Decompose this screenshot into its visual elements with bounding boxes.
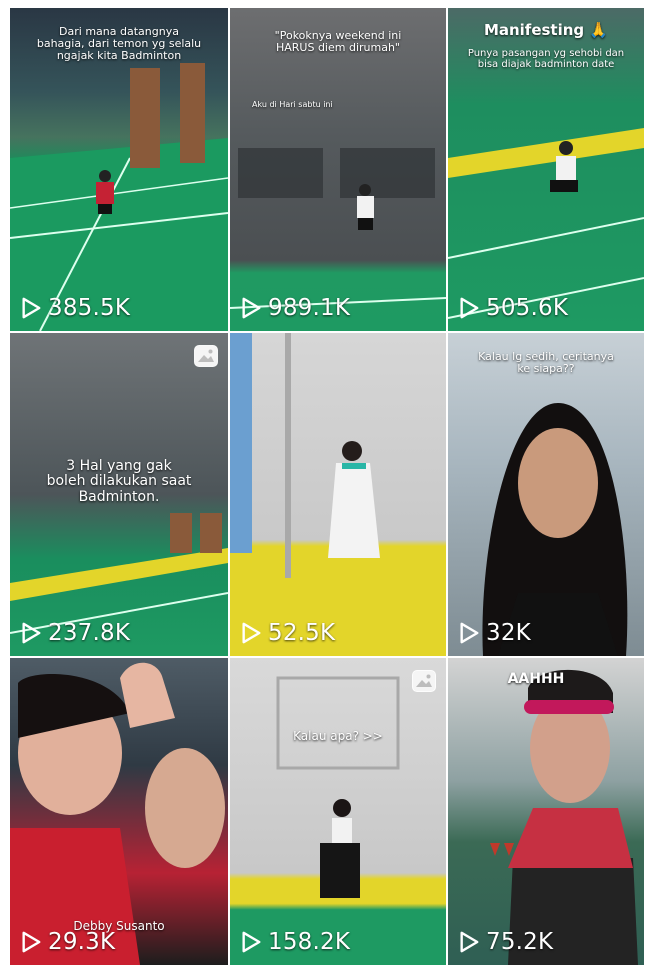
overlay-caption: AAHHH	[507, 671, 565, 687]
video-thumbnail-7[interactable]: Debby Susanto 29.3K	[10, 658, 228, 965]
view-count: 75.2K	[458, 929, 553, 955]
scene	[482, 403, 628, 656]
overlay-caption: Kalau lg sedih, ceritanya ke siapa??	[478, 350, 614, 376]
video-thumbnail-2[interactable]: "Pokoknya weekend ini HARUS diem dirumah…	[230, 8, 446, 331]
photo-post-badge	[194, 345, 218, 367]
play-icon	[22, 931, 41, 953]
play-icon	[22, 622, 41, 644]
overlay-caption: 3 Hal yang gak boleh dilakukan saat Badm…	[46, 458, 192, 505]
view-count: 505.6K	[458, 295, 568, 321]
overlay-title: Manifesting 🙏	[483, 21, 609, 39]
view-count-label: 32K	[486, 620, 531, 646]
scene	[276, 676, 400, 898]
video-grid: Dari mana datangnya bahagia, dari temon …	[10, 8, 644, 965]
scene	[490, 669, 638, 965]
view-count-label: 29.3K	[48, 929, 116, 955]
view-count: 158.2K	[240, 929, 350, 955]
video-thumbnail-8[interactable]: Kalau apa? >> 158.2K	[230, 658, 446, 965]
view-count: 989.1K	[240, 295, 350, 321]
view-count: 32K	[458, 620, 531, 646]
video-thumbnail-6[interactable]: Kalau lg sedih, ceritanya ke siapa?? 32K	[448, 333, 644, 656]
view-count-label: 385.5K	[48, 295, 131, 321]
sub-caption: Aku di Hari sabtu ini	[252, 100, 333, 109]
view-count-label: 505.6K	[486, 295, 569, 321]
overlay-caption: Punya pasangan yg sehobi dan bisa diajak…	[467, 48, 625, 70]
play-icon	[242, 622, 261, 644]
overlay-caption: Kalau apa? >>	[293, 729, 383, 743]
play-icon	[460, 931, 479, 953]
play-icon	[460, 297, 479, 319]
view-count: 52.5K	[240, 620, 335, 646]
view-count-label: 52.5K	[268, 620, 336, 646]
video-thumbnail-5[interactable]: 52.5K	[230, 333, 446, 656]
view-count: 385.5K	[20, 295, 130, 321]
play-icon	[242, 297, 261, 319]
view-count: 29.3K	[20, 929, 115, 955]
video-thumbnail-9[interactable]: AAHHH 75.2K	[448, 658, 644, 965]
photo-icon	[195, 346, 217, 366]
play-icon	[242, 931, 261, 953]
view-count-label: 75.2K	[486, 929, 554, 955]
overlay-caption: Dari mana datangnya bahagia, dari temon …	[36, 25, 202, 63]
photo-post-badge	[412, 670, 436, 692]
view-count-label: 237.8K	[48, 620, 131, 646]
view-count: 237.8K	[20, 620, 130, 646]
overlay-caption: "Pokoknya weekend ini HARUS diem dirumah…	[274, 29, 402, 55]
scene	[230, 333, 380, 578]
photo-icon	[413, 671, 435, 691]
view-count-label: 989.1K	[268, 295, 351, 321]
play-icon	[460, 622, 479, 644]
video-thumbnail-4[interactable]: 3 Hal yang gak boleh dilakukan saat Badm…	[10, 333, 228, 656]
play-icon	[22, 297, 41, 319]
wall-pattern	[230, 148, 446, 309]
video-thumbnail-1[interactable]: Dari mana datangnya bahagia, dari temon …	[10, 8, 228, 331]
view-count-label: 158.2K	[268, 929, 351, 955]
video-thumbnail-3[interactable]: Manifesting 🙏 Punya pasangan yg sehobi d…	[448, 8, 644, 331]
